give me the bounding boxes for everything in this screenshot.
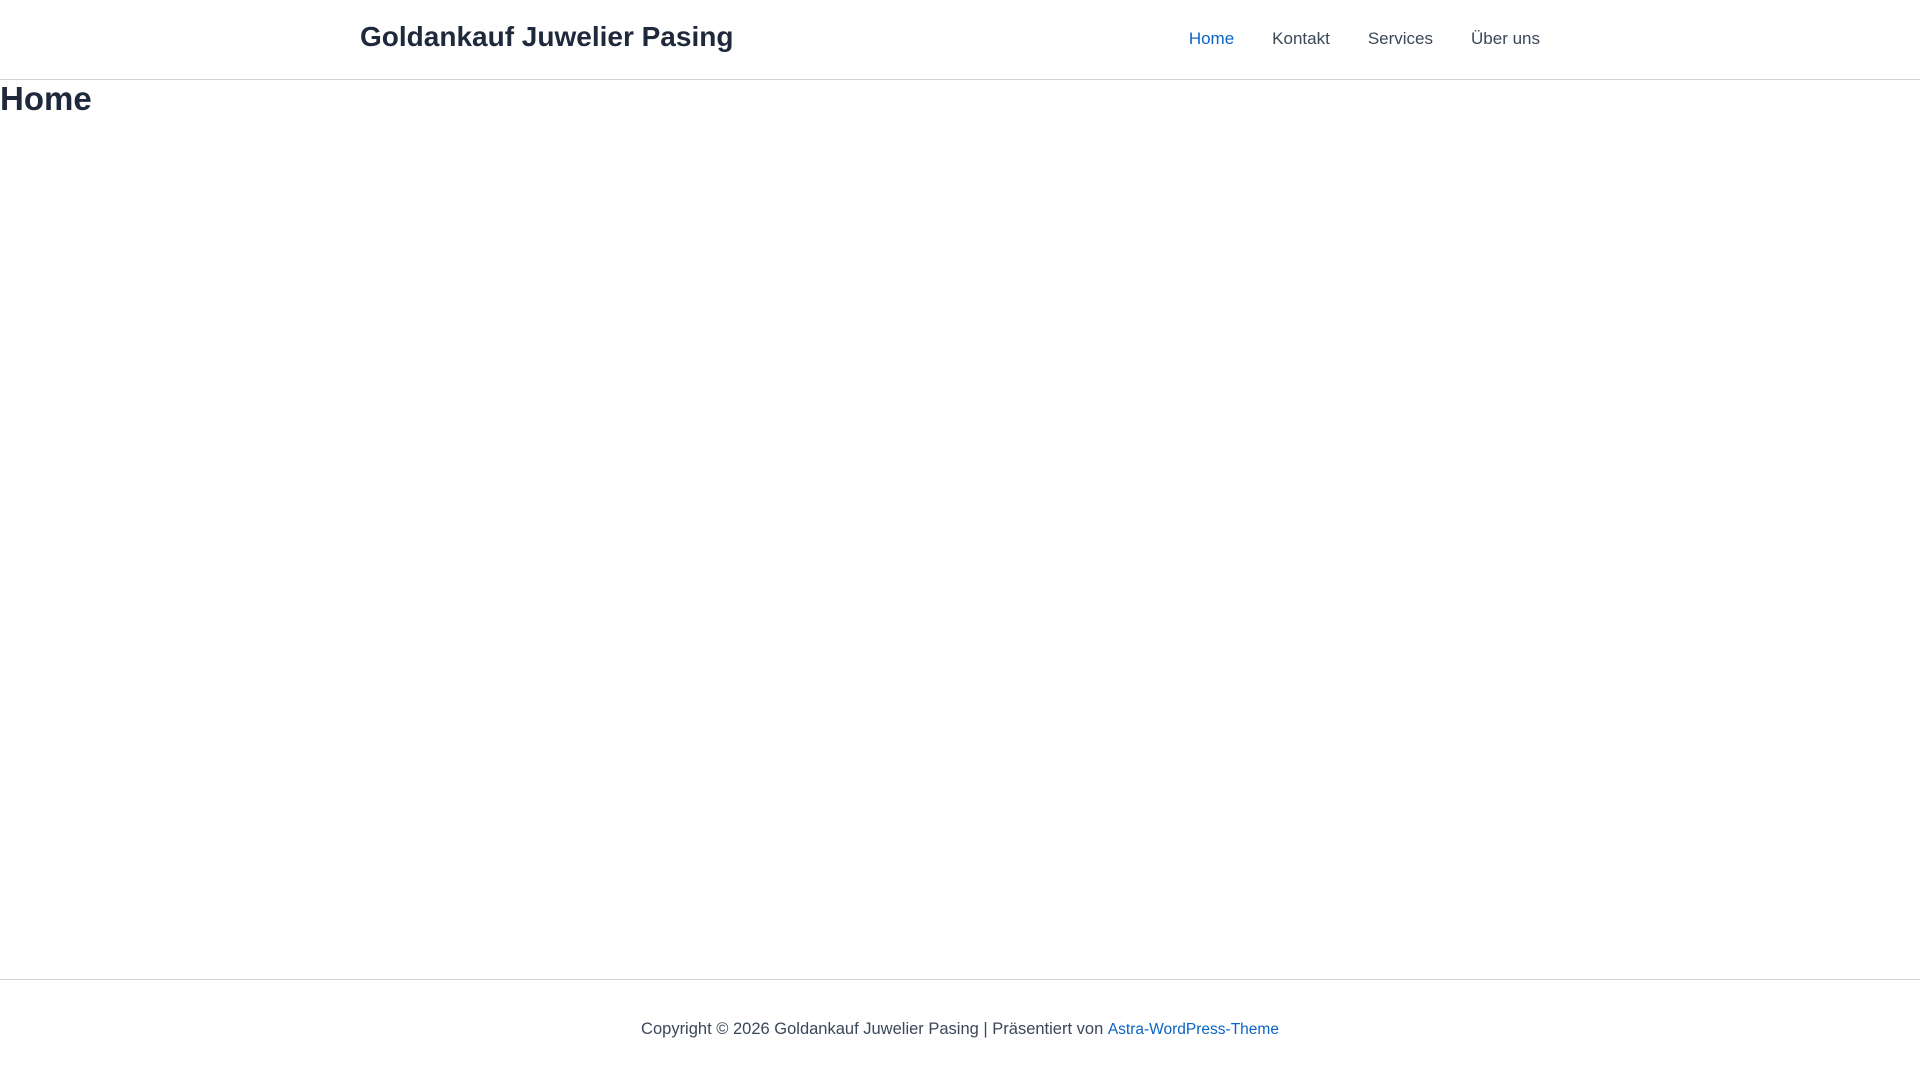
footer-copyright: Copyright © 2026 Goldankauf Juwelier Pas…: [0, 1020, 1920, 1039]
site-title-link[interactable]: Goldankauf Juwelier Pasing: [360, 21, 733, 53]
theme-link[interactable]: Astra-WordPress-Theme: [1108, 1021, 1279, 1038]
nav-item-kontakt[interactable]: Kontakt: [1272, 29, 1330, 49]
site-header: Goldankauf Juwelier Pasing Home Kontakt …: [0, 0, 1920, 80]
nav-item-services[interactable]: Services: [1368, 29, 1433, 49]
nav-item-home[interactable]: Home: [1189, 29, 1234, 49]
main-navigation: Home Kontakt Services Über uns: [1151, 29, 1540, 49]
site-footer: Copyright © 2026 Goldankauf Juwelier Pas…: [0, 979, 1920, 1081]
nav-item-ueber-uns[interactable]: Über uns: [1471, 29, 1540, 49]
page-title: Home: [0, 80, 92, 117]
copyright-text: Copyright © 2026 Goldankauf Juwelier Pas…: [641, 1020, 1108, 1038]
